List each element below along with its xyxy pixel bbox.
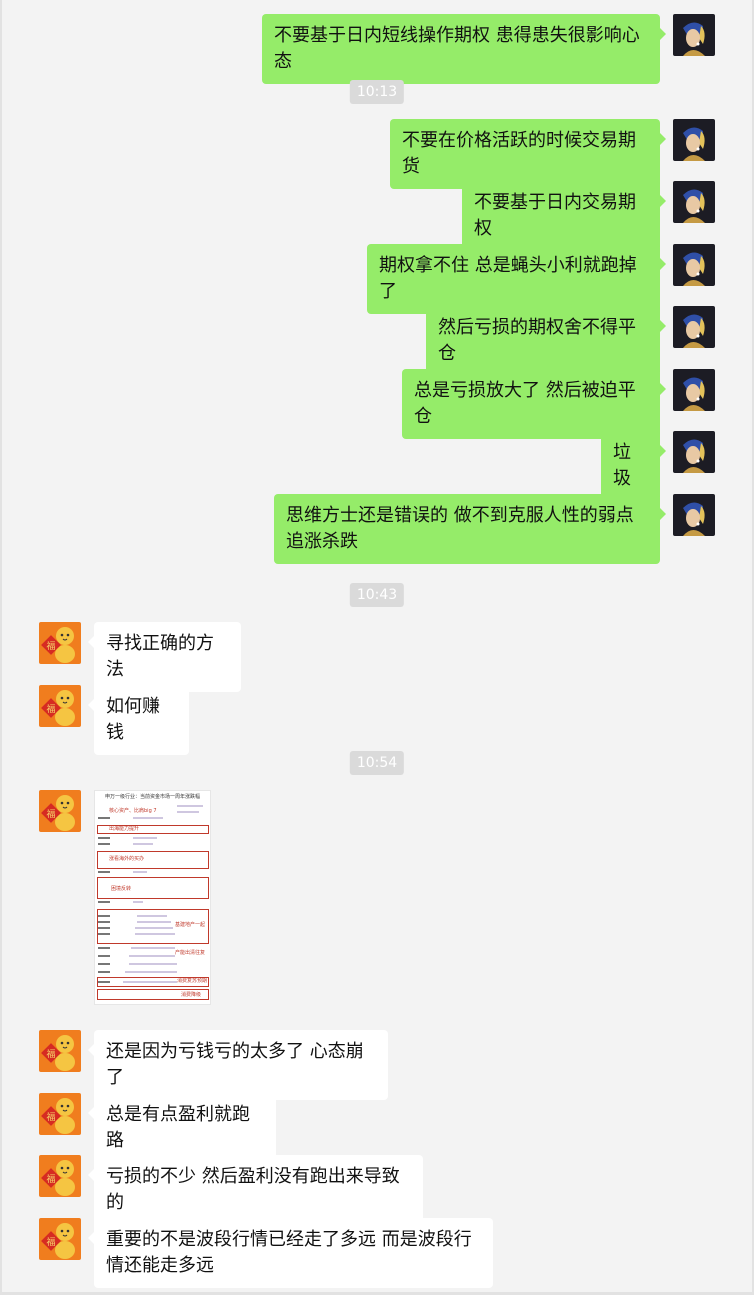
- message-bubble-outgoing[interactable]: 不要基于日内短线操作期权 患得患失很影响心态: [262, 14, 666, 84]
- thumbnail-annotation: 产能出清往复: [175, 950, 206, 956]
- thumbnail-annotation: 消费降级: [181, 992, 202, 998]
- timestamp: 10:54: [349, 751, 405, 775]
- message-bubble-incoming[interactable]: 如何赚钱: [88, 685, 189, 755]
- thumbnail-title: 申万一级行业：当前资金市场一周年涨跌幅: [104, 794, 200, 800]
- message-bubble-incoming[interactable]: 还是因为亏钱亏的太多了 心态崩了: [88, 1030, 388, 1100]
- message-bubble-outgoing[interactable]: 然后亏损的期权舍不得平仓: [426, 306, 666, 376]
- message-bubble-incoming[interactable]: 总是有点盈利就跑路: [88, 1093, 276, 1163]
- message-bubble-outgoing[interactable]: 不要基于日内交易期权: [462, 181, 666, 251]
- window-left-border: [0, 0, 2, 1295]
- contact-avatar-fu-doll-icon[interactable]: 福: [39, 1030, 81, 1072]
- thumbnail-annotation: 基建地产一起: [175, 922, 206, 928]
- thumbnail-annotation: 出海能力提升: [109, 826, 140, 832]
- message-bubble-outgoing[interactable]: 期权拿不住 总是蝇头小利就跑掉了: [367, 244, 666, 314]
- thumbnail-annotation: 涨看海外的买办: [109, 856, 145, 862]
- message-bubble-outgoing[interactable]: 思维方士还是错误的 做不到克服人性的弱点 追涨杀跌: [274, 494, 666, 564]
- message-bubble-incoming[interactable]: 重要的不是波段行情已经走了多远 而是波段行情还能走多远: [88, 1218, 493, 1288]
- message-bubble-outgoing[interactable]: 总是亏损放大了 然后被迫平仓: [402, 369, 666, 439]
- user-avatar-pearl-earring-icon[interactable]: [673, 369, 715, 411]
- contact-avatar-fu-doll-icon[interactable]: 福: [39, 790, 81, 832]
- user-avatar-pearl-earring-icon[interactable]: [673, 14, 715, 56]
- message-bubble-outgoing[interactable]: 不要在价格活跃的时候交易期货: [390, 119, 666, 189]
- svg-text:福: 福: [46, 1173, 55, 1185]
- user-avatar-pearl-earring-icon[interactable]: [673, 494, 715, 536]
- user-avatar-pearl-earring-icon[interactable]: [673, 119, 715, 161]
- user-avatar-pearl-earring-icon[interactable]: [673, 244, 715, 286]
- image-message-thumbnail[interactable]: 申万一级行业：当前资金市场一周年涨跌幅 核心资产、比肩big 7 出海能力提升 …: [94, 790, 211, 1005]
- contact-avatar-fu-doll-icon[interactable]: 福: [39, 1218, 81, 1260]
- user-avatar-pearl-earring-icon[interactable]: [673, 431, 715, 473]
- timestamp: 10:43: [349, 583, 405, 607]
- svg-text:福: 福: [46, 1048, 55, 1060]
- svg-text:福: 福: [46, 640, 55, 652]
- contact-avatar-fu-doll-icon[interactable]: 福: [39, 622, 81, 664]
- contact-avatar-fu-doll-icon[interactable]: 福: [39, 1093, 81, 1135]
- thumbnail-annotation: 消费复苏预期: [177, 978, 208, 984]
- svg-text:福: 福: [46, 1236, 55, 1248]
- contact-avatar-fu-doll-icon[interactable]: 福: [39, 685, 81, 727]
- svg-text:福: 福: [46, 1111, 55, 1123]
- timestamp: 10:13: [349, 80, 405, 104]
- contact-avatar-fu-doll-icon[interactable]: 福: [39, 1155, 81, 1197]
- thumbnail-annotation: 困境反转: [111, 886, 132, 892]
- user-avatar-pearl-earring-icon[interactable]: [673, 306, 715, 348]
- thumbnail-annotation: 核心资产、比肩big 7: [109, 808, 157, 814]
- message-bubble-incoming[interactable]: 亏损的不少 然后盈利没有跑出来导致的: [88, 1155, 423, 1225]
- message-bubble-outgoing[interactable]: 垃圾: [601, 431, 666, 501]
- user-avatar-pearl-earring-icon[interactable]: [673, 181, 715, 223]
- message-bubble-incoming[interactable]: 寻找正确的方法: [88, 622, 241, 692]
- svg-text:福: 福: [46, 703, 55, 715]
- svg-text:福: 福: [46, 808, 55, 820]
